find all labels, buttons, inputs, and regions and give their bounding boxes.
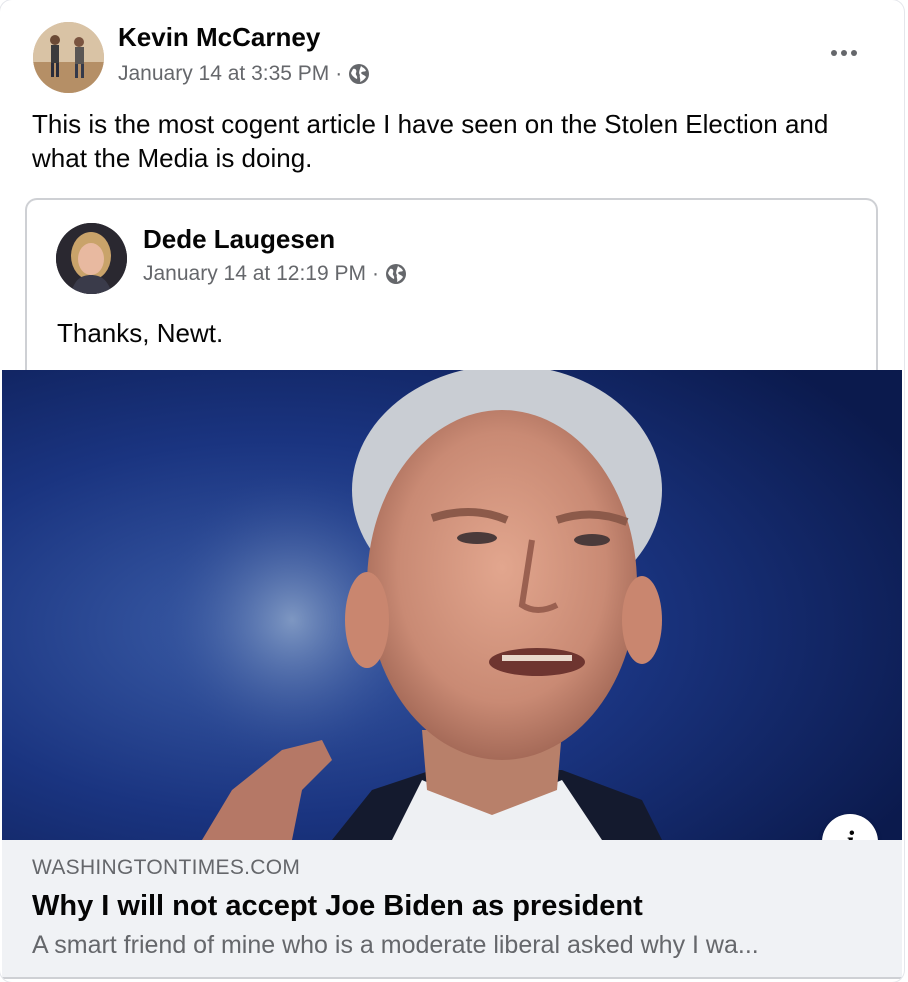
shared-author-avatar[interactable] bbox=[56, 223, 127, 294]
shared-post-text: Thanks, Newt. bbox=[57, 318, 224, 348]
meta-separator: · bbox=[335, 62, 343, 85]
globe-icon[interactable] bbox=[348, 63, 370, 85]
globe-icon[interactable] bbox=[385, 263, 407, 285]
link-description: A smart friend of mine who is a moderate… bbox=[32, 931, 759, 959]
shared-post-meta: January 14 at 12:19 PM · bbox=[143, 262, 407, 286]
link-domain: WASHINGTONTIMES.COM bbox=[32, 856, 301, 879]
post-text: This is the most cogent article I have s… bbox=[32, 109, 829, 173]
author-name[interactable]: Kevin McCarney bbox=[118, 22, 320, 53]
more-options-icon[interactable] bbox=[824, 38, 864, 68]
shared-author-name[interactable]: Dede Laugesen bbox=[143, 224, 335, 255]
post-timestamp[interactable]: January 14 at 3:35 PM bbox=[118, 62, 329, 86]
post-meta: January 14 at 3:35 PM · bbox=[118, 62, 370, 86]
post-card: Kevin McCarney January 14 at 3:35 PM · T… bbox=[0, 0, 904, 982]
link-preview-footer[interactable]: WASHINGTONTIMES.COM Why I will not accep… bbox=[2, 840, 902, 979]
shared-post-timestamp[interactable]: January 14 at 12:19 PM bbox=[143, 262, 366, 286]
author-avatar[interactable] bbox=[33, 22, 104, 93]
link-title[interactable]: Why I will not accept Joe Biden as presi… bbox=[32, 890, 643, 923]
link-preview-image[interactable] bbox=[2, 370, 902, 840]
meta-separator: · bbox=[371, 262, 379, 285]
